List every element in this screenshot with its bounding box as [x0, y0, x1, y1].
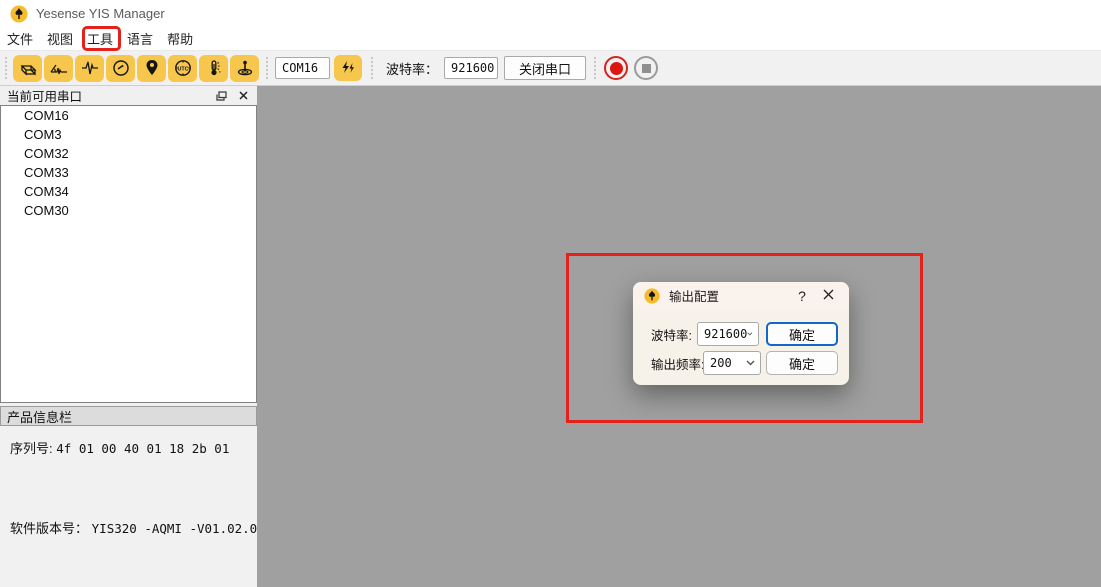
serial-number-value: 4f 01 00 40 01 18 2b 01: [56, 441, 229, 456]
waveform-angle-icon: [49, 59, 69, 77]
menu-language[interactable]: 语言: [120, 26, 160, 51]
menu-help[interactable]: 帮助: [160, 26, 200, 51]
port-list-item[interactable]: COM32: [1, 144, 256, 163]
menubar: 文件 视图 工具 语言 帮助: [0, 27, 1101, 51]
dialog-rate-ok-button[interactable]: 确定: [766, 351, 838, 375]
dialog-close-icon: [823, 289, 834, 300]
dialog-title: 输出配置: [669, 286, 791, 305]
dialog-rate-value: 200: [710, 356, 732, 370]
refresh-ports-button[interactable]: [334, 55, 362, 81]
record-icon: [610, 62, 623, 75]
waveform-button[interactable]: [75, 55, 104, 82]
menu-file[interactable]: 文件: [0, 26, 40, 51]
baud-rate-select[interactable]: 921600: [444, 57, 498, 79]
toolbar-grip[interactable]: [592, 55, 598, 81]
port-list-item[interactable]: COM33: [1, 163, 256, 182]
serial-port-panel: 当前可用串口 COM16 COM3 COM32 COM33 COM34 COM3…: [0, 86, 257, 587]
attitude-pin-button[interactable]: [230, 55, 259, 82]
float-panel-button[interactable]: [213, 88, 229, 103]
attitude-pin-icon: [235, 58, 255, 78]
baud-rate-label: 波特率：: [386, 59, 438, 78]
dialog-help-button[interactable]: ?: [791, 288, 813, 304]
product-info-header: 产品信息栏: [0, 406, 257, 426]
gauge-button[interactable]: [106, 55, 135, 82]
utc-clock-button[interactable]: UTC: [168, 55, 197, 82]
serial-number-label: 序列号:: [10, 441, 53, 456]
toolbar-grip[interactable]: [264, 55, 270, 81]
titlebar: Yesense YIS Manager: [0, 0, 1101, 27]
com-port-value: COM16: [282, 61, 318, 75]
dialog-baud-label: 波特率:: [651, 325, 692, 344]
dialog-rate-select[interactable]: 200: [703, 351, 761, 375]
cube-3d-button[interactable]: [13, 55, 42, 82]
cube-3d-icon: [18, 59, 38, 77]
close-serial-port-button[interactable]: 关闭串口: [504, 56, 586, 80]
menu-tools[interactable]: 工具: [80, 26, 120, 51]
toolbar-grip[interactable]: [369, 55, 375, 81]
app-logo-icon: [10, 5, 28, 23]
waveform-angle-button[interactable]: [44, 55, 73, 82]
app-window: Yesense YIS Manager 文件 视图 工具 语言 帮助: [0, 0, 1101, 587]
dialog-baud-select[interactable]: 921600: [697, 322, 759, 346]
toolbar: UTC COM16: [0, 51, 1101, 86]
location-pin-icon: [143, 58, 161, 78]
stop-icon: [642, 64, 651, 73]
firmware-version-label: 软件版本号：: [10, 521, 88, 536]
port-list-item[interactable]: COM3: [1, 125, 256, 144]
thermometer-button[interactable]: [199, 55, 228, 82]
product-info-title: 产品信息栏: [7, 407, 72, 426]
dialog-baud-value: 921600: [704, 327, 747, 341]
available-ports-list: COM16 COM3 COM32 COM33 COM34 COM30: [0, 105, 257, 403]
dialog-baud-row: 波特率: 921600 确定: [633, 322, 849, 346]
thermometer-icon: [204, 58, 224, 78]
dialog-logo-icon: [644, 288, 660, 304]
baud-rate-value: 921600: [451, 61, 494, 75]
record-button[interactable]: [604, 56, 628, 80]
chevron-down-icon: [747, 331, 753, 337]
close-panel-icon: [239, 91, 248, 100]
stop-button[interactable]: [634, 56, 658, 80]
product-info-body: 序列号: 4f 01 00 40 01 18 2b 01 软件版本号： YIS3…: [0, 426, 257, 587]
port-list-item[interactable]: COM16: [1, 106, 256, 125]
dialog-titlebar[interactable]: 输出配置 ?: [633, 282, 849, 309]
serial-port-panel-title: 当前可用串口: [7, 86, 213, 105]
refresh-icon: [339, 59, 357, 77]
dialog-rate-label: 输出频率:: [651, 354, 704, 373]
dialog-baud-ok-button[interactable]: 确定: [766, 322, 838, 346]
chevron-down-icon: [746, 360, 755, 366]
toolbar-grip[interactable]: [3, 55, 9, 81]
port-list-item[interactable]: COM34: [1, 182, 256, 201]
com-port-select[interactable]: COM16: [275, 57, 330, 79]
float-panel-icon: [216, 91, 227, 101]
port-list-item[interactable]: COM30: [1, 201, 256, 220]
menu-view[interactable]: 视图: [40, 26, 80, 51]
gauge-icon: [111, 58, 131, 78]
firmware-version-value: YIS320 -AQMI -V01.02.03;: [92, 521, 273, 536]
dialog-close-button[interactable]: [813, 287, 843, 305]
output-config-dialog: 输出配置 ? 波特率: 921600 确定 输出频率: 200 确定: [633, 282, 849, 385]
serial-port-panel-header[interactable]: 当前可用串口: [0, 86, 257, 105]
close-panel-button[interactable]: [235, 88, 251, 103]
waveform-icon: [80, 59, 100, 77]
location-button[interactable]: [137, 55, 166, 82]
window-title: Yesense YIS Manager: [36, 6, 165, 21]
dialog-rate-row: 输出频率: 200 确定: [633, 351, 849, 375]
utc-clock-icon: UTC: [173, 58, 193, 78]
svg-text:UTC: UTC: [177, 66, 188, 72]
